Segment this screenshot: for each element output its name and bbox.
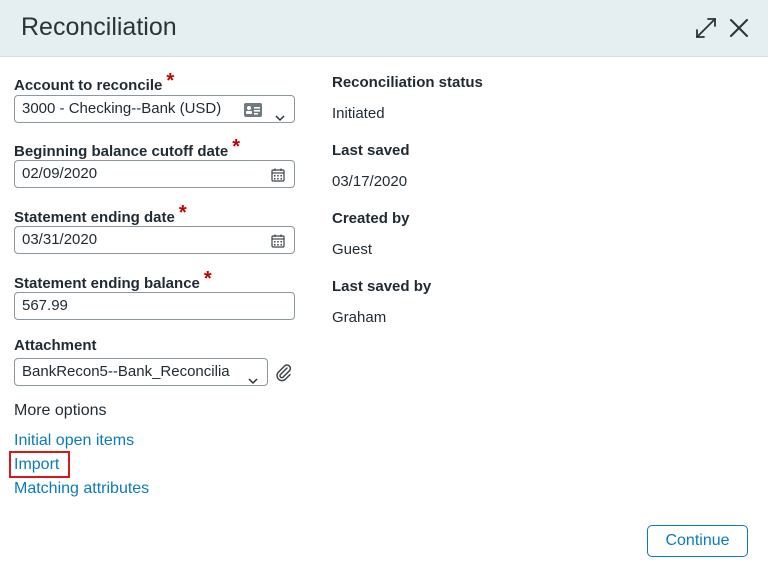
chevron-down-icon[interactable] bbox=[248, 368, 258, 385]
created-by-value: Guest bbox=[332, 241, 373, 258]
calendar-icon[interactable] bbox=[270, 233, 286, 249]
end-balance-input[interactable] bbox=[22, 293, 252, 319]
cutoff-date-input[interactable] bbox=[22, 161, 252, 187]
chevron-down-icon[interactable] bbox=[275, 105, 285, 122]
end-date-field[interactable] bbox=[14, 226, 295, 254]
required-marker: * bbox=[166, 70, 175, 92]
end-balance-label-text: Statement ending balance bbox=[14, 275, 200, 292]
matching-attributes-link[interactable]: Matching attributes bbox=[14, 480, 149, 498]
end-date-label-text: Statement ending date bbox=[14, 209, 175, 226]
expand-icon[interactable] bbox=[693, 15, 719, 41]
required-marker: * bbox=[232, 136, 240, 158]
continue-button[interactable]: Continue bbox=[647, 525, 748, 557]
last-saved-by-label: Last saved by bbox=[332, 278, 432, 295]
created-by-label: Created by bbox=[332, 210, 410, 227]
last-saved-label: Last saved bbox=[332, 142, 410, 159]
cutoff-label: Beginning balance cutoff date * bbox=[14, 136, 240, 162]
attachment-label: Attachment bbox=[14, 337, 97, 354]
more-options-heading: More options bbox=[14, 402, 107, 419]
end-balance-label: Statement ending balance * bbox=[14, 268, 212, 294]
dialog-header: Reconciliation bbox=[0, 0, 768, 57]
end-date-input[interactable] bbox=[22, 227, 252, 253]
required-marker: * bbox=[178, 202, 187, 224]
cutoff-label-text: Beginning balance cutoff date bbox=[14, 143, 229, 160]
last-saved-value: 03/17/2020 bbox=[332, 173, 408, 190]
end-balance-field[interactable] bbox=[14, 292, 295, 320]
account-label-text: Account to reconcile bbox=[14, 77, 163, 94]
dialog-title: Reconciliation bbox=[21, 13, 177, 41]
calendar-icon[interactable] bbox=[270, 167, 286, 183]
paperclip-icon[interactable] bbox=[273, 362, 293, 382]
import-link[interactable]: Import bbox=[14, 456, 59, 474]
attachment-select[interactable]: BankRecon5--Bank_Reconcilia bbox=[14, 358, 268, 386]
cutoff-date-field[interactable] bbox=[14, 160, 295, 188]
attachment-select-value: BankRecon5--Bank_Reconcilia bbox=[22, 363, 230, 380]
status-label: Reconciliation status bbox=[332, 74, 483, 91]
close-icon[interactable] bbox=[726, 15, 752, 41]
status-value: Initiated bbox=[332, 105, 385, 122]
account-label: Account to reconcile * bbox=[14, 70, 175, 96]
account-select[interactable]: 3000 - Checking--Bank (USD) bbox=[14, 95, 295, 123]
account-select-value: 3000 - Checking--Bank (USD) bbox=[22, 100, 222, 117]
required-marker: * bbox=[203, 268, 212, 290]
end-date-label: Statement ending date * bbox=[14, 202, 187, 228]
last-saved-by-value: Graham bbox=[332, 309, 387, 326]
initial-open-items-link[interactable]: Initial open items bbox=[14, 432, 134, 450]
contact-card-icon[interactable] bbox=[243, 101, 263, 117]
